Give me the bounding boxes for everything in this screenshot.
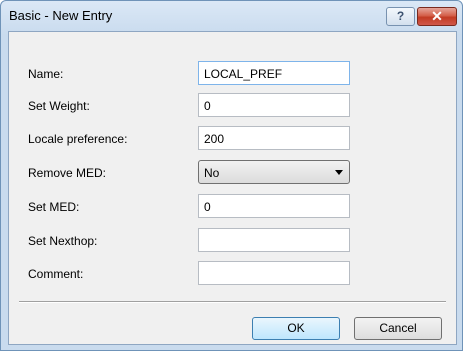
comment-field[interactable] <box>198 261 350 285</box>
dialog-window: Basic - New Entry ? ✕ Name: LOCAL_PREF S… <box>0 0 463 351</box>
set-nexthop-label: Set Nexthop: <box>28 234 98 248</box>
locale-preference-field[interactable]: 200 <box>198 126 350 150</box>
set-med-row: Set MED: 0 <box>9 194 456 220</box>
set-nexthop-row: Set Nexthop: <box>9 228 456 254</box>
set-nexthop-field[interactable] <box>198 228 350 252</box>
set-weight-field[interactable]: 0 <box>198 93 350 117</box>
close-icon: ✕ <box>431 8 443 24</box>
remove-med-value: No <box>204 166 220 180</box>
help-button[interactable]: ? <box>386 7 415 26</box>
set-med-field[interactable]: 0 <box>198 194 350 218</box>
window-title: Basic - New Entry <box>9 8 113 23</box>
locale-preference-row: Locale preference: 200 <box>9 126 456 152</box>
help-icon: ? <box>396 9 405 23</box>
comment-row: Comment: <box>9 261 456 287</box>
set-weight-label: Set Weight: <box>28 99 90 113</box>
set-weight-row: Set Weight: 0 <box>9 93 456 119</box>
title-bar[interactable]: Basic - New Entry ? ✕ <box>1 1 462 31</box>
name-label: Name: <box>28 67 64 81</box>
name-field[interactable]: LOCAL_PREF <box>198 61 350 85</box>
remove-med-label: Remove MED: <box>28 166 107 180</box>
set-med-label: Set MED: <box>28 200 80 214</box>
comment-label: Comment: <box>28 267 84 281</box>
remove-med-row: Remove MED: No <box>9 160 456 186</box>
locale-preference-label: Locale preference: <box>28 132 128 146</box>
separator-line <box>19 301 446 303</box>
ok-button[interactable]: OK <box>252 317 340 340</box>
dialog-body: Name: LOCAL_PREF Set Weight: 0 Locale pr… <box>8 31 457 345</box>
dropdown-arrow-icon <box>335 170 343 175</box>
name-row: Name: LOCAL_PREF <box>9 61 456 87</box>
close-button[interactable]: ✕ <box>417 7 457 26</box>
cancel-button[interactable]: Cancel <box>354 317 442 340</box>
remove-med-select[interactable]: No <box>198 160 350 184</box>
